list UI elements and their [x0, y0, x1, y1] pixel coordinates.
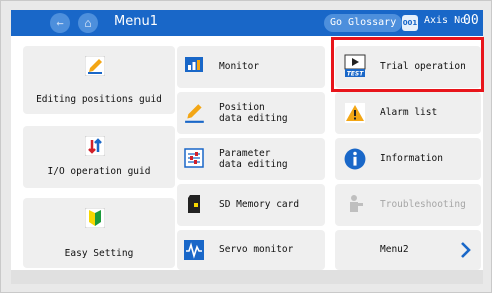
- servo-monitor-button[interactable]: Servo monitor: [177, 230, 325, 270]
- information-button[interactable]: Information: [335, 138, 481, 180]
- home-button[interactable]: ⌂: [78, 13, 98, 33]
- header-bar: ← ⌂ Menu1 Go Glossary 001 Axis No. 00: [11, 10, 483, 36]
- axis-number[interactable]: 00: [463, 13, 479, 28]
- easy-setting-button[interactable]: Easy Setting: [23, 198, 175, 268]
- left-arrow-icon: ←: [56, 16, 64, 30]
- alarm-list-button[interactable]: Alarm list: [335, 92, 481, 134]
- warning-icon: [345, 103, 365, 123]
- chevron-right-icon: [461, 242, 471, 258]
- sd-memory-card-button[interactable]: SD Memory card: [177, 184, 325, 226]
- sd-card-icon: [188, 195, 200, 213]
- pencil-icon: [85, 56, 105, 76]
- back-button[interactable]: ←: [50, 13, 70, 33]
- tile-label: Information: [380, 153, 443, 164]
- tile-label: Servo monitor: [219, 244, 294, 255]
- menu2-button[interactable]: Menu2: [335, 230, 481, 270]
- tile-label: Easy Setting: [64, 248, 134, 259]
- tile-label: Monitor: [219, 61, 260, 72]
- tile-label: Parameter data editing: [219, 148, 288, 170]
- home-icon: ⌂: [84, 16, 92, 30]
- troubleshooting-icon: [350, 195, 363, 212]
- axis-icon: 001: [402, 15, 418, 31]
- tile-label: SD Memory card: [219, 199, 300, 210]
- tile-label: Troubleshooting: [380, 199, 466, 210]
- tile-label: Editing positions guid: [36, 94, 162, 105]
- screen-frame: ← ⌂ Menu1 Go Glossary 001 Axis No. 00 Ed…: [0, 0, 492, 293]
- editing-positions-guide-button[interactable]: Editing positions guid: [23, 46, 175, 114]
- parameter-data-editing-button[interactable]: Parameter data editing: [177, 138, 325, 180]
- tile-label: I/O operation guid: [47, 166, 151, 177]
- tile-label: Position data editing: [219, 102, 288, 124]
- beginner-mark-icon: [85, 208, 105, 228]
- troubleshooting-button: Troubleshooting: [335, 184, 481, 226]
- tile-label: Alarm list: [380, 107, 438, 118]
- position-data-editing-button[interactable]: Position data editing: [177, 92, 325, 134]
- footer-bar: [11, 270, 483, 284]
- highlight-box: [331, 37, 484, 92]
- monitor-chart-icon: [185, 57, 203, 72]
- waveform-icon: [184, 240, 204, 260]
- glossary-button[interactable]: Go Glossary: [324, 14, 403, 32]
- parameter-sliders-icon: [184, 148, 204, 168]
- page-title: Menu1: [114, 14, 158, 29]
- tile-label: Menu2: [380, 244, 409, 255]
- info-icon: [344, 148, 366, 170]
- io-operation-guide-button[interactable]: I/O operation guid: [23, 126, 175, 188]
- monitor-button[interactable]: Monitor: [177, 46, 325, 88]
- io-arrows-icon: [85, 136, 105, 156]
- pencil-icon: [185, 104, 204, 123]
